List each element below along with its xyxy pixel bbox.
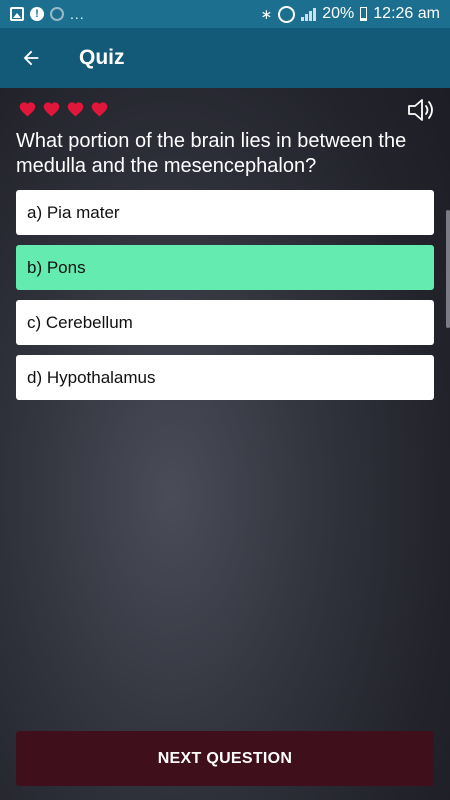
heart-icon (43, 102, 60, 117)
lives (18, 100, 109, 117)
alarm-icon (278, 5, 296, 23)
signal-icon (301, 7, 317, 21)
arrow-left-icon (23, 50, 39, 66)
app-bar: Quiz (0, 28, 450, 88)
battery-icon (360, 7, 368, 21)
next-question-button[interactable]: NEXT QUESTION (16, 731, 434, 786)
speaker-icon (408, 99, 433, 121)
alert-icon: ! (30, 7, 44, 21)
answer-option-b[interactable]: b) Pons (16, 245, 434, 290)
heart-icon (19, 102, 36, 117)
heart-icon (91, 102, 108, 117)
question-text: What portion of the brain lies in betwee… (16, 130, 407, 177)
back-button[interactable] (0, 28, 62, 88)
answer-option-c[interactable]: c) Cerebellum (16, 300, 434, 345)
answer-option-d[interactable]: d) Hypothalamus (16, 355, 434, 400)
status-bar-left: ! ... (10, 6, 85, 22)
page-title: Quiz (79, 46, 125, 69)
heart-icon (67, 102, 84, 117)
answer-options: a) Pia mater b) Pons c) Cerebellum d) Hy… (16, 190, 434, 410)
clock: 12:26 am (373, 5, 440, 22)
scroll-indicator (446, 210, 450, 328)
bluetooth-icon: ∗ (260, 5, 273, 22)
status-bar: ! ... ∗ 20% 12:26 am (0, 0, 450, 28)
status-bar-right: ∗ 20% 12:26 am (261, 5, 440, 23)
image-icon (10, 7, 24, 21)
battery-percent: 20% (322, 5, 355, 22)
sync-icon (50, 7, 64, 21)
answer-option-a[interactable]: a) Pia mater (16, 190, 434, 235)
speaker-button[interactable] (406, 96, 436, 124)
more-notifications: ... (70, 6, 85, 22)
